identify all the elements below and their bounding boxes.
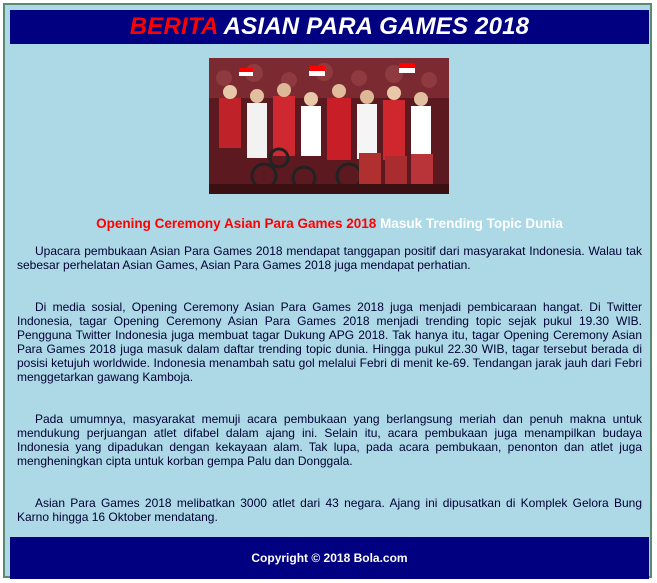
article-paragraph: Upacara pembukaan Asian Para Games 2018 … xyxy=(17,244,642,272)
title-accent: BERITA xyxy=(129,13,218,40)
article-paragraph: Di media sosial, Opening Ceremony Asian … xyxy=(17,300,642,384)
ceremony-photo xyxy=(209,58,449,194)
article-headline: Opening Ceremony Asian Para Games 2018 M… xyxy=(10,216,649,232)
copyright-text: Copyright © 2018 Bola.com xyxy=(251,551,408,565)
page-footer: Copyright © 2018 Bola.com xyxy=(10,537,649,579)
article-body: Upacara pembukaan Asian Para Games 2018 … xyxy=(17,244,642,552)
article-paragraph: Asian Para Games 2018 melibatkan 3000 at… xyxy=(17,496,642,524)
title-rest: ASIAN PARA GAMES 2018 xyxy=(223,13,530,40)
ceremony-photo-illustration xyxy=(209,58,449,194)
headline-white-part: Masuk Trending Topic Dunia xyxy=(380,216,563,231)
article-paragraph: Pada umumnya, masyarakat memuji acara pe… xyxy=(17,412,642,468)
headline-red-part: Opening Ceremony Asian Para Games 2018 xyxy=(96,216,377,231)
page-header: BERITA ASIAN PARA GAMES 2018 xyxy=(10,10,649,44)
page-title: BERITA ASIAN PARA GAMES 2018 xyxy=(130,13,529,40)
page-frame: BERITA ASIAN PARA GAMES 2018 Opening Cer… xyxy=(3,3,652,579)
